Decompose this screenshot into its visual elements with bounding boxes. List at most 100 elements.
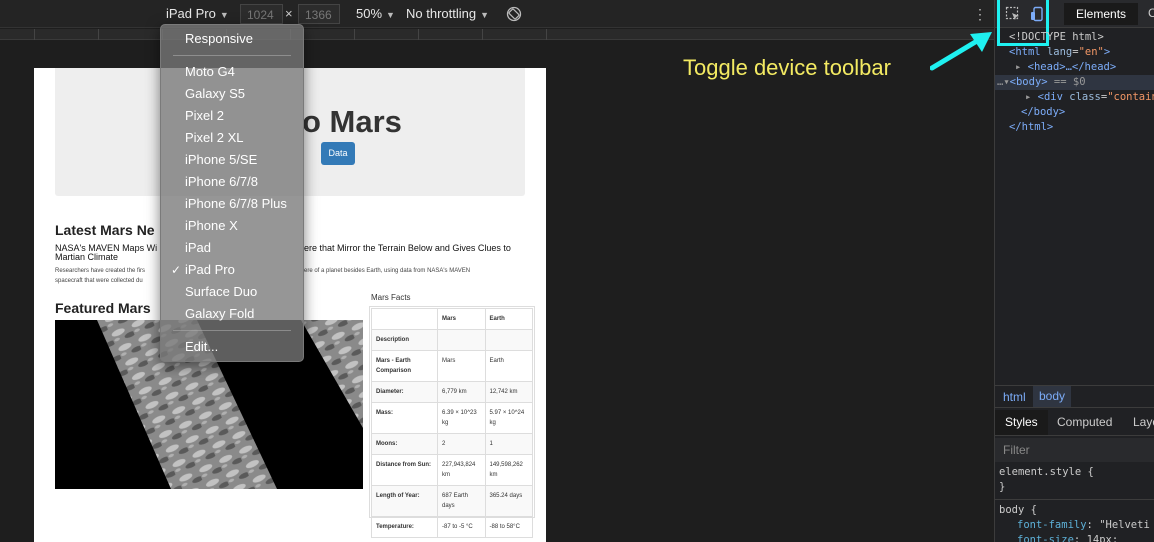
scrape-data-button[interactable]: Data xyxy=(321,142,355,165)
dom-node-html-close[interactable]: </html> xyxy=(995,120,1154,135)
table-cell: Mars xyxy=(437,308,486,330)
dom-node-doctype[interactable]: <!DOCTYPE html> xyxy=(995,30,1154,45)
throttling-select[interactable]: No throttling ▼ xyxy=(406,6,489,21)
annotation-arrow-icon xyxy=(930,32,992,71)
tab-computed[interactable]: Computed xyxy=(1057,415,1112,429)
table-cell: 2 xyxy=(437,433,486,455)
table-cell: 687 Earth days xyxy=(437,485,486,517)
dom-selected-marker: == $0 xyxy=(1053,76,1086,88)
tab-layout[interactable]: Layo xyxy=(1133,415,1154,429)
menu-item-device[interactable]: Galaxy S5 xyxy=(185,86,245,101)
table-row: Distance from Sun: 227,943,824 km 149,598,… xyxy=(371,454,533,486)
tab-console[interactable]: C xyxy=(1148,6,1154,20)
chevron-down-icon: ▼ xyxy=(386,10,395,20)
width-input[interactable]: 1024 xyxy=(240,4,283,24)
table-cell xyxy=(484,329,533,351)
rotate-icon[interactable] xyxy=(506,6,522,22)
css-value: 14px; xyxy=(1086,534,1119,542)
device-dropdown-menu: Responsive Moto G4 Galaxy S5 Pixel 2 Pix… xyxy=(160,24,304,362)
device-select[interactable]: iPad Pro ▼ xyxy=(166,6,229,21)
menu-item-device[interactable]: Moto G4 xyxy=(185,64,235,79)
breadcrumb-body[interactable]: body xyxy=(1033,386,1072,407)
menu-item-device[interactable]: Pixel 2 XL xyxy=(185,130,244,145)
dom-node-html[interactable]: <html lang="en"> xyxy=(995,45,1154,60)
menu-item-device[interactable]: iPhone X xyxy=(185,218,238,233)
table-cell: Earth xyxy=(484,350,533,382)
menu-item-device[interactable]: iPhone 6/7/8 xyxy=(185,174,258,189)
tab-elements[interactable]: Elements xyxy=(1064,3,1138,25)
table-row: Moons: 2 1 xyxy=(371,433,533,455)
more-options-icon[interactable]: ⋮ xyxy=(973,6,987,23)
dom-attr-value: "contain xyxy=(1107,91,1154,103)
zoom-select[interactable]: 50% ▼ xyxy=(356,6,395,21)
dom-node-body-selected[interactable]: …▾<body> == $0 xyxy=(995,75,1154,90)
menu-item-device[interactable]: Surface Duo xyxy=(185,284,257,299)
table-cell: Description xyxy=(371,329,438,351)
menu-item-device[interactable]: iPhone 5/SE xyxy=(185,152,257,167)
device-select-label: iPad Pro xyxy=(166,6,216,21)
menu-item-device[interactable]: iPhone 6/7/8 Plus xyxy=(185,196,287,211)
table-cell: 149,598,262 km xyxy=(484,454,533,486)
table-cell: -87 to -5 °C xyxy=(437,516,486,538)
menu-divider xyxy=(173,55,291,56)
chevron-down-icon: ▼ xyxy=(219,10,229,20)
table-cell: Mass: xyxy=(371,402,438,434)
table-row: Mars Earth xyxy=(371,308,533,330)
rule-divider xyxy=(995,499,1154,500)
breadcrumb-html[interactable]: html xyxy=(1003,390,1026,404)
chevron-down-icon: ▼ xyxy=(480,10,490,20)
table-row: Description xyxy=(371,329,533,351)
facts-caption: Mars Facts xyxy=(371,293,411,302)
menu-item-device-selected[interactable]: iPad Pro xyxy=(185,262,235,277)
dom-node-body-close[interactable]: </body> xyxy=(995,105,1154,120)
devtools-tab-bar: Elements C xyxy=(995,0,1154,46)
menu-item-device[interactable]: iPad xyxy=(185,240,211,255)
news-paragraph-left: Researchers have created the firs xyxy=(55,268,146,274)
table-cell: Distance from Sun: xyxy=(371,454,438,486)
news-paragraph-line2: spacecraft that were collected du xyxy=(55,278,143,284)
table-cell: 12,742 km xyxy=(484,381,533,403)
table-cell: 1 xyxy=(484,433,533,455)
checkmark-icon: ✓ xyxy=(171,263,182,277)
rule-close: } xyxy=(999,481,1006,493)
table-cell: Temperature: xyxy=(371,516,438,538)
table-row: Mars - Earth Comparison Mars Earth xyxy=(371,350,533,382)
device-toolbar: iPad Pro ▼ 1024 × 1366 50% ▼ No throttling… xyxy=(0,0,994,28)
css-property: font-family xyxy=(1017,519,1087,531)
table-cell: Mars - Earth Comparison xyxy=(371,350,438,382)
table-row: Temperature: -87 to -5 °C -88 to 58°C xyxy=(371,516,533,538)
styles-tab-bar: Styles Computed Layo xyxy=(995,410,1154,436)
ruler xyxy=(0,29,994,40)
table-row: Length of Year: 687 Earth days 365.24 days xyxy=(371,485,533,517)
dom-attr-value: "en" xyxy=(1078,46,1104,58)
dom-tag: <div xyxy=(1037,91,1070,103)
mars-facts-table: Mars Earth Description Mars - Earth Comp… xyxy=(371,308,533,538)
styles-filter-input[interactable]: Filter xyxy=(995,438,1154,462)
dom-node-div[interactable]: ▸ <div class="contain xyxy=(995,90,1154,105)
table-cell: Moons: xyxy=(371,433,438,455)
css-declaration[interactable]: font-family: "Helveti xyxy=(999,518,1154,533)
table-cell: Earth xyxy=(484,308,533,330)
dom-tag: </html> xyxy=(1009,121,1054,133)
dom-tag: <body> xyxy=(1009,76,1048,88)
css-declaration[interactable]: font-size: 14px; xyxy=(999,533,1154,542)
dom-tag: <html xyxy=(1009,46,1041,58)
dom-node-head[interactable]: ▸ <head>…</head> xyxy=(995,60,1154,75)
element-style-rule[interactable]: element.style { xyxy=(999,465,1154,480)
menu-item-device[interactable]: Galaxy Fold xyxy=(185,306,254,321)
menu-item-edit[interactable]: Edit... xyxy=(185,339,218,354)
body-rule-selector[interactable]: body { xyxy=(999,503,1154,518)
menu-item-device[interactable]: Pixel 2 xyxy=(185,108,224,123)
height-input[interactable]: 1366 xyxy=(298,4,340,24)
tab-styles[interactable]: Styles xyxy=(995,410,1048,435)
news-title-line2: Martian Climate xyxy=(55,252,119,262)
table-cell: Mars xyxy=(437,350,486,382)
styles-pane: element.style { } body { font-family: "H… xyxy=(995,465,1154,542)
table-cell: Length of Year: xyxy=(371,485,438,517)
table-row: Diameter: 6,779 km 12,742 km xyxy=(371,381,533,403)
news-title-right: ere that Mirror the Terrain Below and Gi… xyxy=(304,243,511,253)
table-cell: Diameter: xyxy=(371,381,438,403)
news-heading: Latest Mars Ne xyxy=(55,222,155,238)
menu-divider xyxy=(173,330,291,331)
menu-item-responsive[interactable]: Responsive xyxy=(185,31,253,46)
